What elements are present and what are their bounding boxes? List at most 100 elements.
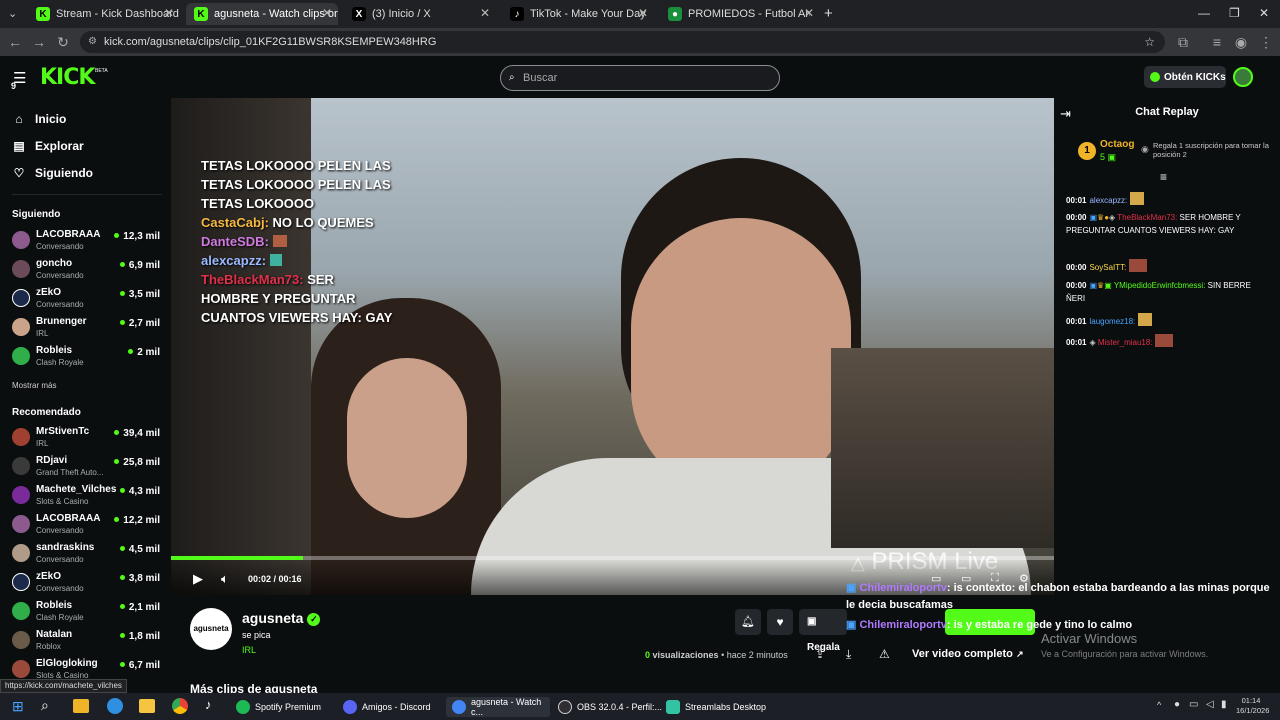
taskbar-clock[interactable]: 01:14 16/1/2026 [1236, 696, 1269, 716]
back-icon[interactable]: ← [6, 34, 24, 50]
profile-icon[interactable]: ◉ [1232, 34, 1250, 51]
taskbar-app-streamlabs[interactable]: Streamlabs Desktop [666, 697, 766, 717]
streamer-avatar[interactable]: agusneta [190, 608, 232, 650]
windows-start-icon[interactable]: ⊞ [12, 698, 24, 715]
close-window-icon[interactable]: ✕ [1259, 6, 1269, 20]
download-icon[interactable]: ⤓ [846, 647, 851, 662]
follow-heart-button[interactable]: ♥ [767, 609, 793, 635]
url-field[interactable]: ⚙ kick.com/agusneta/clips/clip_01KF2G11B… [80, 31, 1165, 53]
network-icon[interactable]: ▭ [1189, 699, 1198, 710]
tab-kick-dashboard[interactable]: K Stream - Kick Dashboard ✕ [28, 3, 180, 25]
message-user[interactable]: alexcapzz: [1089, 196, 1127, 205]
minimize-icon[interactable]: — [1198, 6, 1210, 20]
full-video-link[interactable]: Ver video completo ↗ [912, 648, 1023, 660]
play-icon[interactable]: ▶ [193, 571, 203, 587]
show-more-link[interactable]: Mostrar más [12, 381, 56, 390]
taskbar-search-icon[interactable]: ⌕ [41, 697, 49, 714]
close-icon[interactable]: ✕ [480, 6, 490, 20]
forward-icon[interactable]: → [30, 34, 48, 50]
taskbar-app-spotify[interactable]: Spotify Premium [236, 697, 321, 717]
following-channel[interactable]: Brunenger IRL 2,7 mil [12, 316, 160, 344]
channel-category: Conversando [36, 271, 84, 280]
get-kicks-button[interactable]: Obtén KICKs [1144, 66, 1226, 88]
restore-icon[interactable]: ❐ [1229, 6, 1240, 20]
volume-icon[interactable]: 🔈︎ [221, 571, 229, 587]
bookmark-star-icon[interactable]: ☆ [1144, 31, 1155, 53]
recommended-channel[interactable]: LACOBRAAA Conversando 12,2 mil [12, 513, 160, 541]
emote-icon [1137, 313, 1152, 326]
reload-icon[interactable]: ↻ [54, 34, 72, 51]
following-channel[interactable]: zEkO Conversando 3,5 mil [12, 287, 160, 315]
tab-tiktok[interactable]: ♪ TikTok - Make Your Day ✕ [502, 3, 654, 25]
close-icon[interactable]: ✕ [164, 6, 174, 20]
site-info-icon[interactable]: ⚙ [88, 31, 97, 53]
badge-gift-icon: ▣ [1104, 281, 1112, 290]
edge-icon[interactable] [107, 698, 123, 714]
avatar [12, 631, 30, 649]
taskbar-app-obs[interactable]: OBS 32.0.4 - Perfil:... [558, 697, 662, 717]
tab-agusneta-clips[interactable]: K agusneta - Watch clips on Kick ✕ [186, 3, 338, 25]
message-user[interactable]: laugomez18: [1089, 317, 1135, 326]
message-user[interactable]: SoySaITT: [1089, 263, 1126, 272]
volume-tray-icon[interactable]: ◁ [1206, 699, 1214, 710]
nav-inicio[interactable]: ⌂ Inicio [12, 112, 66, 126]
user-avatar[interactable] [1233, 67, 1253, 87]
streamer-name-row[interactable]: agusneta ✓ [242, 610, 321, 626]
recommended-channel[interactable]: Robleis Clash Royale 2,1 mil [12, 600, 160, 628]
new-tab-icon[interactable]: + [824, 5, 833, 22]
recommended-channel[interactable]: Natalan Roblox 1,8 mil [12, 629, 160, 657]
nav-siguiendo[interactable]: ♡ Siguiendo [12, 166, 93, 180]
recommended-channel[interactable]: zEkO Conversando 3,8 mil [12, 571, 160, 599]
top-gifter-name[interactable]: Octaog [1100, 139, 1134, 150]
recommended-channel[interactable]: RDjavi Grand Theft Auto... 25,8 mil [12, 455, 160, 483]
following-channel[interactable]: goncho Conversando 6,9 mil [12, 258, 160, 286]
gift-promo-text[interactable]: Regala 1 suscripción para tomar la posic… [1153, 141, 1273, 159]
gift-button[interactable]: ▣ Regala [799, 609, 847, 653]
clip-category[interactable]: IRL [242, 645, 256, 655]
following-channel[interactable]: Robleis Clash Royale 2 mil [12, 345, 160, 373]
report-icon[interactable]: ⚠ [879, 647, 890, 661]
viewer-count: 4,3 mil [120, 486, 160, 497]
close-icon[interactable]: ✕ [638, 6, 648, 20]
recommended-channel[interactable]: Machete_Vilches Slots & Casino 4,3 mil [12, 484, 160, 512]
widgets-icon[interactable] [73, 699, 89, 713]
taskbar-app-chrome-active[interactable]: agusneta - Watch c... [446, 697, 550, 717]
channel-category: Clash Royale [36, 613, 84, 622]
file-explorer-icon[interactable] [139, 699, 155, 713]
share-icon[interactable]: ⇪ [815, 647, 825, 661]
battery-icon[interactable]: ▮ [1221, 699, 1227, 710]
recommended-channel[interactable]: sandraskins Conversando 4,5 mil [12, 542, 160, 570]
kick-logo[interactable]: KICK [40, 65, 95, 90]
overlay-chat-text: SER [307, 272, 334, 287]
close-icon[interactable]: ✕ [804, 6, 814, 20]
message-user[interactable]: Mister_miau18: [1098, 338, 1153, 347]
emote-icon [1128, 259, 1147, 272]
spotify-icon [236, 700, 250, 714]
notification-bell-button[interactable]: 🔔︎ [735, 609, 761, 635]
avatar [12, 260, 30, 278]
chrome-icon[interactable] [172, 698, 188, 714]
taskbar-app-label: OBS 32.0.4 - Perfil:... [577, 702, 663, 712]
extensions-icon[interactable]: ⧉ [1174, 34, 1192, 51]
message-user[interactable]: YMipedidoErwinfcbmessi: [1114, 281, 1206, 290]
message-user[interactable]: TheBlackMan73: [1117, 213, 1177, 222]
following-channel[interactable]: LACOBRAAA Conversando 12,3 mil [12, 229, 160, 257]
tab-x-inicio[interactable]: X (3) Inicio / X ✕ [344, 3, 496, 25]
tray-chevron-icon[interactable]: ^ [1157, 700, 1161, 710]
recommended-channel[interactable]: MrStivenTc IRL 39,4 mil [12, 426, 160, 454]
tab-search-icon[interactable]: ⌄ [8, 7, 17, 20]
video-player[interactable]: TETAS LOKOOOO PELEN LAS TETAS LOKOOOO PE… [171, 98, 1054, 595]
pinned-filter-icon[interactable]: ≡ [1160, 170, 1167, 184]
tab-label: Stream - Kick Dashboard [56, 8, 179, 20]
taskbar-app-label: Amigos - Discord [362, 702, 431, 712]
search-input[interactable]: ⌕ Buscar [500, 65, 780, 91]
tiktok-icon[interactable]: ♪ [205, 697, 212, 712]
media-icon[interactable]: ≡ [1208, 34, 1226, 50]
channel-name: ElGlogloking [36, 658, 98, 669]
microphone-icon[interactable]: ● [1174, 699, 1180, 710]
tab-promiedos[interactable]: ● PROMIEDOS - Futbol Argentino ✕ [660, 3, 820, 25]
close-icon[interactable]: ✕ [322, 6, 332, 20]
taskbar-app-discord[interactable]: Amigos - Discord [343, 697, 431, 717]
nav-explorar[interactable]: ▤ Explorar [12, 139, 83, 153]
menu-icon[interactable]: ⋮ [1257, 34, 1275, 51]
